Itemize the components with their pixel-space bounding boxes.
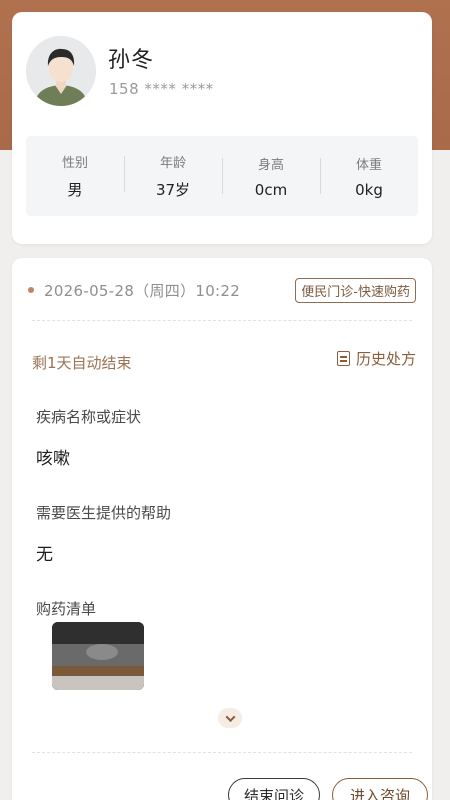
drug-list-image[interactable] xyxy=(52,622,144,690)
divider xyxy=(32,320,412,321)
expand-button[interactable] xyxy=(218,708,242,728)
avatar-person-icon xyxy=(26,36,96,106)
end-consultation-button[interactable]: 结束问诊 xyxy=(228,778,320,800)
enter-consultation-button[interactable]: 进入咨询 xyxy=(332,778,428,800)
avatar xyxy=(26,36,96,106)
drug-list-label: 购药清单 xyxy=(36,600,97,618)
stat-label: 体重 xyxy=(355,157,382,173)
disease-value: 咳嗽 xyxy=(36,449,70,469)
status-dot xyxy=(28,287,34,293)
stat-height: 身高 0cm xyxy=(222,154,320,199)
stat-weight: 体重 0kg xyxy=(320,154,418,199)
patient-stats: 性别 男 年龄 37岁 身高 0cm 体重 0kg xyxy=(26,136,418,216)
stat-label: 身高 xyxy=(257,157,284,173)
disease-label: 疾病名称或症状 xyxy=(36,408,142,426)
patient-profile-card: 孙冬 158 **** **** 性别 男 年龄 37岁 身高 0cm 体重 0… xyxy=(12,12,432,244)
stat-label: 年龄 xyxy=(159,156,186,171)
help-value: 无 xyxy=(36,545,53,565)
document-list-icon xyxy=(336,351,350,366)
help-label: 需要医生提供的帮助 xyxy=(36,504,172,522)
stat-age: 年龄 37岁 xyxy=(124,152,222,200)
history-prescription-button[interactable]: 历史处方 xyxy=(336,348,416,369)
consultation-datetime: 2026-05-28（周四）10:22 xyxy=(44,281,241,300)
stat-value: 0cm xyxy=(254,180,288,199)
patient-phone: 158 **** **** xyxy=(109,80,214,98)
stat-value: 男 xyxy=(67,181,83,199)
clinic-type-badge: 便民门诊-快速购药 xyxy=(295,277,416,303)
patient-name: 孙冬 xyxy=(108,48,155,73)
stat-label: 性别 xyxy=(61,156,88,171)
stat-gender: 性别 男 xyxy=(26,152,124,200)
remaining-time-text: 剩1天自动结束 xyxy=(32,354,132,372)
consultation-date-row: 2026-05-28（周四）10:22 便民门诊-快速购药 xyxy=(28,277,416,303)
consultation-card: 2026-05-28（周四）10:22 便民门诊-快速购药 剩1天自动结束 历史… xyxy=(12,258,432,800)
chevron-down-icon xyxy=(225,711,235,722)
history-prescription-label: 历史处方 xyxy=(355,350,416,368)
divider xyxy=(32,752,412,753)
drug-photo-thumbnail xyxy=(52,622,144,690)
stat-value: 37岁 xyxy=(155,181,191,199)
stat-value: 0kg xyxy=(355,180,383,199)
